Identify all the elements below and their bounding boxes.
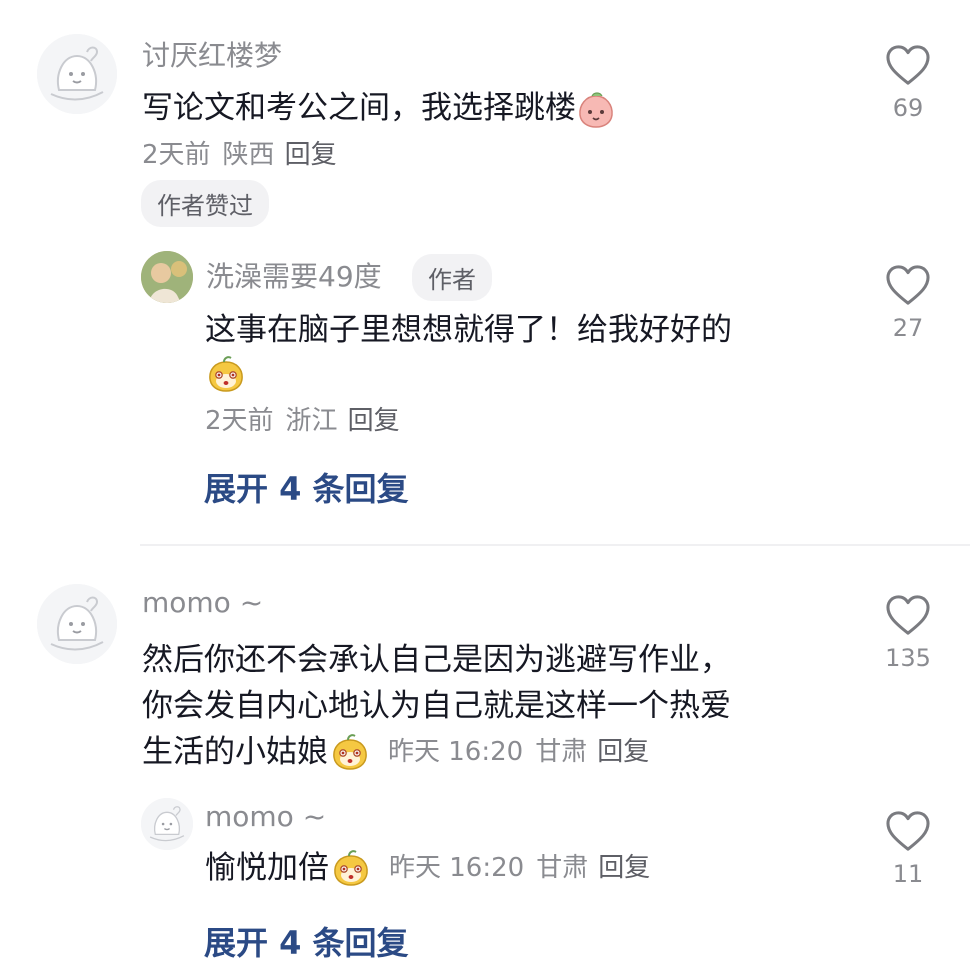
- photo-avatar-icon: [141, 251, 193, 303]
- comment-text-line: 你会发自内心地认为自己就是这样一个热爱: [142, 688, 731, 724]
- comment-author[interactable]: momo ~: [142, 586, 263, 619]
- like-count: 69: [892, 94, 924, 122]
- reply-meta: 2天前 浙江 回复: [205, 400, 400, 437]
- ghost-avatar-icon: [37, 34, 117, 114]
- reply-time: 2天前: [205, 406, 274, 436]
- comment-time: 2天前: [142, 140, 211, 170]
- expand-replies-link[interactable]: 展开 4 条回复: [204, 918, 409, 964]
- yellow-cat-emoji-icon: [330, 732, 370, 772]
- reply-avatar[interactable]: [141, 251, 193, 303]
- reply-text: 这事在脑子里想想就得了！给我好好的: [205, 312, 732, 348]
- comment-last-line: 生活的小姑娘 昨天 16:20 甘肃 回复: [142, 730, 649, 774]
- like-count: 11: [892, 860, 924, 888]
- yellow-cat-emoji-icon: [206, 354, 246, 394]
- comment-author[interactable]: 讨厌红楼梦: [142, 34, 282, 74]
- comment-text-line: 然后你还不会承认自己是因为逃避写作业，: [142, 642, 731, 678]
- reply-location: 浙江: [285, 406, 338, 436]
- reply-text: 愉悦加倍: [205, 850, 329, 886]
- like-count: 27: [892, 314, 924, 342]
- yellow-cat-emoji-icon: [331, 848, 371, 888]
- reply-author[interactable]: momo ~: [205, 800, 326, 833]
- reply-author[interactable]: 洗澡需要49度: [206, 255, 382, 295]
- like-button[interactable]: 135: [878, 594, 938, 672]
- comment-location: 陕西: [222, 140, 275, 170]
- avatar[interactable]: [37, 584, 117, 664]
- heart-icon[interactable]: [885, 44, 931, 86]
- like-count: 135: [885, 644, 931, 672]
- author-tag: 作者: [412, 254, 492, 301]
- comment-meta: 2天前 陕西 回复: [142, 134, 337, 171]
- heart-icon[interactable]: [885, 810, 931, 852]
- heart-icon[interactable]: [885, 594, 931, 636]
- reply-meta: 昨天 16:20 甘肃 回复: [389, 846, 650, 890]
- reply-button[interactable]: 回复: [285, 140, 337, 170]
- reply-line: 愉悦加倍 昨天 16:20 甘肃 回复: [205, 846, 650, 890]
- ghost-avatar-icon: [141, 798, 193, 850]
- comment-location: 甘肃: [535, 737, 588, 767]
- reply-emoji: [206, 354, 246, 398]
- comment-text: 写论文和考公之间，我选择跳楼: [142, 86, 616, 130]
- peach-face-emoji-icon: [576, 90, 616, 130]
- divider: [140, 544, 970, 546]
- reply-location: 甘肃: [536, 853, 589, 883]
- heart-icon[interactable]: [885, 264, 931, 306]
- avatar[interactable]: [37, 34, 117, 114]
- like-button[interactable]: 69: [878, 44, 938, 122]
- comment-meta: 昨天 16:20 甘肃 回复: [388, 730, 649, 774]
- author-liked-badge: 作者赞过: [141, 180, 269, 227]
- ghost-avatar-icon: [37, 584, 117, 664]
- comment-text-line: 生活的小姑娘: [142, 734, 328, 770]
- reply-avatar[interactable]: [141, 798, 193, 850]
- reply-button[interactable]: 回复: [348, 406, 400, 436]
- like-button[interactable]: 27: [878, 264, 938, 342]
- like-button[interactable]: 11: [878, 810, 938, 888]
- reply-button[interactable]: 回复: [598, 853, 650, 883]
- reply-time: 昨天 16:20: [389, 853, 525, 883]
- expand-replies-link[interactable]: 展开 4 条回复: [204, 464, 409, 510]
- reply-button[interactable]: 回复: [597, 737, 649, 767]
- comment-time: 昨天 16:20: [388, 737, 524, 767]
